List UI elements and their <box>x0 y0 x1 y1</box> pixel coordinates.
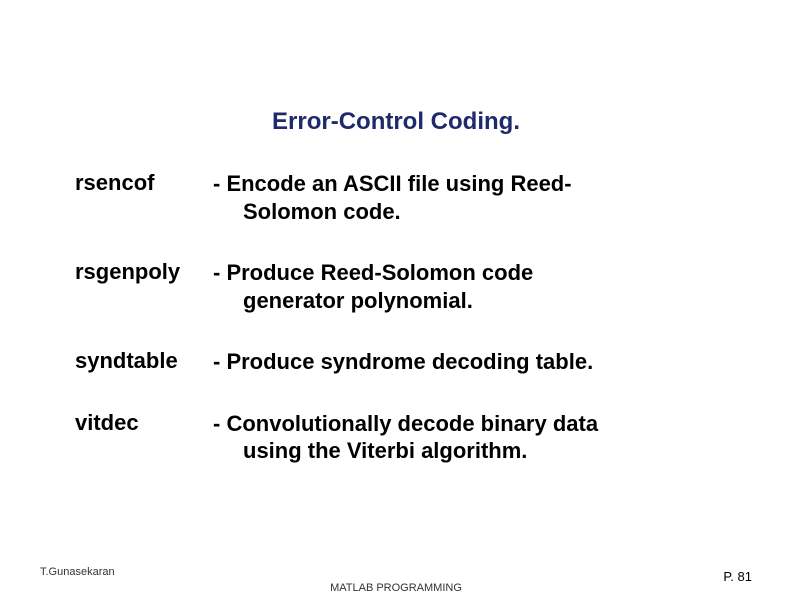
desc-line1: - Encode an ASCII file using Reed- <box>213 171 572 196</box>
entry-row: vitdec - Convolutionally decode binary d… <box>75 410 722 465</box>
entry-row: rsgenpoly - Produce Reed-Solomon code ge… <box>75 259 722 314</box>
slide: Error-Control Coding. rsencof - Encode a… <box>0 0 792 612</box>
desc-line1: - Produce Reed-Solomon code <box>213 260 533 285</box>
desc-line1: - Produce syndrome decoding table. <box>213 349 593 374</box>
desc-line2: using the Viterbi algorithm. <box>213 437 722 465</box>
function-description: - Produce Reed-Solomon code generator po… <box>213 259 722 314</box>
desc-line2: Solomon code. <box>213 198 722 226</box>
function-description: - Convolutionally decode binary data usi… <box>213 410 722 465</box>
desc-line1: - Convolutionally decode binary data <box>213 411 598 436</box>
function-name: vitdec <box>75 410 213 436</box>
entry-row: syndtable - Produce syndrome decoding ta… <box>75 348 722 376</box>
footer-page-number: P. 81 <box>723 569 752 584</box>
desc-line2: generator polynomial. <box>213 287 722 315</box>
footer-author: T.Gunasekaran <box>40 566 115 578</box>
function-description: - Produce syndrome decoding table. <box>213 348 722 376</box>
function-name: rsgenpoly <box>75 259 213 285</box>
entry-row: rsencof - Encode an ASCII file using Ree… <box>75 170 722 225</box>
function-name: rsencof <box>75 170 213 196</box>
footer-title: MATLAB PROGRAMMING <box>0 582 792 594</box>
content-block: rsencof - Encode an ASCII file using Ree… <box>75 170 722 499</box>
function-name: syndtable <box>75 348 213 374</box>
function-description: - Encode an ASCII file using Reed- Solom… <box>213 170 722 225</box>
slide-title: Error-Control Coding. <box>0 108 792 136</box>
